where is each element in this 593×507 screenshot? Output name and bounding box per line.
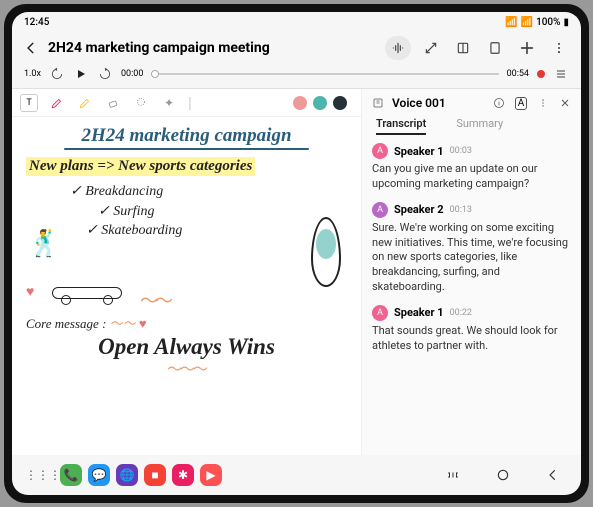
skateboard-sketch xyxy=(52,287,122,299)
lasso-icon[interactable] xyxy=(132,94,150,112)
color-swatch-1[interactable] xyxy=(293,96,307,110)
waveform-icon[interactable] xyxy=(385,36,411,60)
expand-icon[interactable] xyxy=(419,36,443,60)
speaker-name: Speaker 1 xyxy=(394,306,444,319)
add-button[interactable] xyxy=(515,36,539,60)
speaker-time: 00:13 xyxy=(450,205,472,215)
list-item: Surfing xyxy=(98,202,347,222)
dock-app-icon[interactable]: 🌐 xyxy=(116,464,138,486)
font-icon[interactable]: A xyxy=(513,95,529,111)
ai-icon[interactable]: ✦ xyxy=(160,94,178,112)
dock-app-icon[interactable]: ✱ xyxy=(172,464,194,486)
slogan: Open Always Wins xyxy=(26,334,347,360)
current-time: 00:00 xyxy=(121,69,143,79)
app-header: 2H24 marketing campaign meeting xyxy=(12,32,581,64)
speaker-name: Speaker 2 xyxy=(394,203,444,216)
page-title: 2H24 marketing campaign meeting xyxy=(48,40,377,56)
speed-label[interactable]: 1.0x xyxy=(24,69,41,79)
apps-grid-icon[interactable]: ⋮⋮⋮ xyxy=(32,464,54,486)
list-item: Breakdancing xyxy=(70,182,347,202)
skater-sketch: 🕺 xyxy=(28,229,60,259)
note-highlight: New plans => New sports categories xyxy=(26,157,255,176)
tab-summary[interactable]: Summary xyxy=(456,117,503,135)
speaker-time: 00:22 xyxy=(450,308,472,318)
pen-icon[interactable] xyxy=(48,94,66,112)
drawing-area[interactable]: 2H24 marketing campaign New plans => New… xyxy=(12,117,361,455)
dock-app-icon[interactable]: ■ xyxy=(144,464,166,486)
record-icon[interactable] xyxy=(537,70,545,78)
note-canvas[interactable]: T ✦ | 2H24 marketing campaign New plans … xyxy=(12,89,361,455)
transcript-entry[interactable]: A Speaker 1 00:22 That sounds great. We sho… xyxy=(372,305,571,354)
color-swatch-3[interactable] xyxy=(333,96,347,110)
back-button[interactable] xyxy=(22,39,40,57)
seek-slider[interactable] xyxy=(151,73,498,75)
status-bar: 12:45 📶 📶 100% ▮ xyxy=(12,12,581,32)
nav-bar: ⋮⋮⋮ 📞 💬 🌐 ■ ✱ ▶ xyxy=(12,455,581,495)
screen: 12:45 📶 📶 100% ▮ 2H24 marketing campaign… xyxy=(12,12,581,495)
dock-app-icon[interactable]: ▶ xyxy=(200,464,222,486)
page-icon[interactable] xyxy=(483,36,507,60)
close-icon[interactable] xyxy=(557,95,573,111)
speaker-time: 00:03 xyxy=(450,146,472,156)
transcript-icon xyxy=(370,95,386,111)
highlighter-icon[interactable] xyxy=(76,94,94,112)
forward-icon[interactable] xyxy=(97,66,113,82)
speaker-name: Speaker 1 xyxy=(394,145,444,158)
text-mode-icon[interactable]: T xyxy=(20,94,38,112)
eraser-icon[interactable] xyxy=(104,94,122,112)
reader-icon[interactable] xyxy=(451,36,475,60)
list-item: Skateboarding xyxy=(86,221,347,241)
color-swatch-2[interactable] xyxy=(313,96,327,110)
transcript-entry[interactable]: A Speaker 1 00:03 Can you give me an update… xyxy=(372,143,571,192)
play-icon[interactable] xyxy=(73,66,89,82)
speaker-text: That sounds great. We should look for at… xyxy=(372,324,571,354)
dock-app-icon[interactable]: 💬 xyxy=(88,464,110,486)
tab-transcript[interactable]: Transcript xyxy=(376,117,426,135)
speaker-avatar: A xyxy=(372,202,388,218)
speaker-avatar: A xyxy=(372,305,388,321)
voice-panel: Voice 001 A Transcript Summary A Speaker … xyxy=(361,89,581,455)
note-list: Breakdancing Surfing Skateboarding xyxy=(70,182,347,241)
dock-app-icon[interactable]: 📞 xyxy=(60,464,82,486)
panel-more-icon[interactable] xyxy=(535,95,551,111)
playback-bar: 1.0x 00:00 00:54 xyxy=(12,64,581,88)
recents-button[interactable] xyxy=(445,467,461,483)
wifi-icon: 📶 xyxy=(505,17,517,28)
speaker-text: Can you give me an update on our upcomin… xyxy=(372,162,571,192)
clock: 12:45 xyxy=(24,17,49,28)
nav-back-button[interactable] xyxy=(545,467,561,483)
total-time: 00:54 xyxy=(507,69,529,79)
heart-sketch: ♥ xyxy=(26,285,34,301)
slogan-underline: ～～～ xyxy=(26,358,347,379)
app-dock: ⋮⋮⋮ 📞 💬 🌐 ■ ✱ ▶ xyxy=(32,464,222,486)
speaker-avatar: A xyxy=(372,143,388,159)
voice-title: Voice 001 xyxy=(392,96,485,110)
more-icon[interactable] xyxy=(547,36,571,60)
device-frame: 12:45 📶 📶 100% ▮ 2H24 marketing campaign… xyxy=(4,4,589,503)
transcript-list[interactable]: A Speaker 1 00:03 Can you give me an update… xyxy=(362,139,581,455)
note-title: 2H24 marketing campaign xyxy=(26,125,347,147)
info-icon[interactable] xyxy=(491,95,507,111)
rewind-icon[interactable] xyxy=(49,66,65,82)
speaker-text: Sure. We're working on some exciting new… xyxy=(372,221,571,295)
transcript-entry[interactable]: A Speaker 2 00:13 Sure. We're working on so… xyxy=(372,202,571,295)
battery-icon: ▮ xyxy=(563,17,569,28)
squiggle-sketch: ～～ xyxy=(140,287,170,313)
signal-icon: 📶 xyxy=(521,17,533,28)
home-button[interactable] xyxy=(495,467,511,483)
playlist-icon[interactable] xyxy=(553,66,569,82)
core-message-label: Core message : ～～ ♥ xyxy=(26,313,347,332)
drawing-toolbar: T ✦ | xyxy=(12,89,361,117)
battery-text: 100% xyxy=(536,17,560,28)
